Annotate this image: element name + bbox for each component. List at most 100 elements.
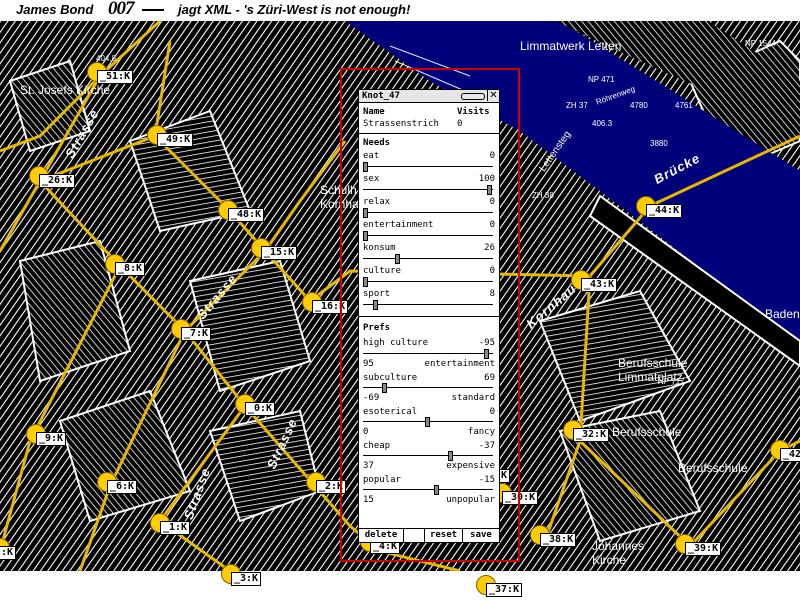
node-label: _32:K [573,428,610,442]
pref-unpopular-value: 15 [363,495,374,505]
map-label-3880: 3880 [650,139,668,148]
save-button[interactable]: save [463,528,499,542]
slider-knob[interactable] [382,383,387,393]
divider [359,133,499,134]
node-label: _15:K [261,246,298,260]
pref-esoterical-label: esoterical [363,407,418,417]
map-label-schulhaus: Schulh Kornhaus [320,183,372,211]
slider-knob[interactable] [373,300,378,310]
pref-esoterical-slider[interactable] [363,417,493,427]
slider-knob[interactable] [363,277,368,287]
pref-esoterical-value: 0 [489,407,495,417]
node-label: _38:K [540,533,577,547]
node-label: _30:K [502,491,539,505]
visits-value: 0 [457,119,463,129]
need-culture-value: 0 [489,266,495,276]
pref-high-culture-value: -95 [478,338,495,348]
slider-knob[interactable] [363,231,368,241]
slider-knob[interactable] [425,417,430,427]
node-label: _8:K [115,262,146,276]
node-label: _1:K [160,521,191,535]
needs-header: Needs [363,138,391,148]
pref-subculture-slider[interactable] [363,383,493,393]
pref-high-culture-slider[interactable] [363,349,493,359]
pref-unpopular-label: unpopular [446,495,495,505]
node-label: _39:K [685,542,722,556]
node-label: _49:K [157,133,194,147]
pref-fancy-label: fancy [467,427,495,437]
map-label-406: 406.3 [592,119,613,128]
need-konsum-label: konsum [363,243,396,253]
pref-popular-label: popular [363,475,401,485]
divider [359,316,499,317]
pref-standard-value: -69 [363,393,380,403]
node-label: _48:K [228,208,265,222]
need-relax-value: 0 [489,197,495,207]
need-eat-value: 0 [489,151,495,161]
pref-high-culture-label: high culture [363,338,429,348]
need-konsum-value: 26 [484,243,495,253]
need-culture-label: culture [363,266,401,276]
need-relax-label: relax [363,197,391,207]
node-label: _43:K [581,278,618,292]
node-label: _0:K [245,402,276,416]
pref-expensive-value: 37 [363,461,374,471]
title-left: James Bond [16,2,94,17]
need-sport-slider[interactable] [363,300,493,310]
map-label-berufsschule-b: Berufsschule [678,461,748,475]
node-label: _7:K [181,327,212,341]
map-label-berufsschule-a: Berufsschule [612,425,682,439]
need-sex-label: sex [363,174,380,184]
slider-knob[interactable] [448,451,453,461]
spacer-button [404,528,425,542]
need-relax-slider[interactable] [363,208,493,218]
map-label-zh37: ZH 37 [566,101,588,110]
bottom-strip [0,571,800,600]
node-label: _6:K [107,480,138,494]
node-label: _3:K [231,572,262,586]
pref-popular-slider[interactable] [363,485,493,495]
slider-knob[interactable] [487,185,492,195]
need-sport-label: sport [363,289,391,299]
pref-cheap-label: cheap [363,441,391,451]
pref-standard-label: standard [451,393,495,403]
slider-knob[interactable] [434,485,439,495]
need-entertainment-slider[interactable] [363,231,493,241]
knot-properties-window[interactable]: Knot_47 ✕ Name Visits Strassenstrich 0 N… [358,89,500,543]
need-sport-value: 8 [489,289,495,299]
need-entertainment-label: entertainment [363,220,434,230]
minimize-icon[interactable] [461,93,485,100]
window-titlebar[interactable]: Knot_47 ✕ [359,90,499,103]
title-bar: James Bond 007 jagt XML - 's Züri-West i… [0,0,800,21]
map-label-np1544: NP 1544 [745,39,776,48]
need-eat-slider[interactable] [363,162,493,172]
title-right: jagt XML - 's Züri-West is not enough! [178,2,411,17]
node-label: _9:K [36,432,67,446]
knot-name-value: Strassenstrich [363,119,439,129]
map-label-np471: NP 471 [588,75,615,84]
pref-cheap-slider[interactable] [363,451,493,461]
pref-subculture-value: 69 [484,373,495,383]
delete-button[interactable]: delete [359,528,404,542]
node-label: _26:K [39,174,76,188]
pref-fancy-value: 0 [363,427,369,437]
node-label: _42:K [780,448,800,462]
pref-popular-value: -15 [478,475,495,485]
node-label: _44:K [646,204,683,218]
close-icon[interactable]: ✕ [487,90,499,101]
reset-button[interactable]: reset [425,528,463,542]
window-title: Knot_47 [362,91,400,101]
slider-knob[interactable] [484,349,489,359]
slider-knob[interactable] [363,162,368,172]
map-label-np717: NP 717 [658,377,685,386]
node-label: _2:K [316,480,347,494]
need-konsum-slider[interactable] [363,254,493,264]
slider-knob[interactable] [363,208,368,218]
map-label-st-josefs: St. Josefs Kirche [20,83,111,97]
need-culture-slider[interactable] [363,277,493,287]
slider-knob[interactable] [395,254,400,264]
map-label-baden: Baden [765,307,800,321]
need-sex-slider[interactable] [363,185,493,195]
pref-cheap-value: -37 [478,441,495,451]
map-label-4761: 4761 [675,101,693,110]
